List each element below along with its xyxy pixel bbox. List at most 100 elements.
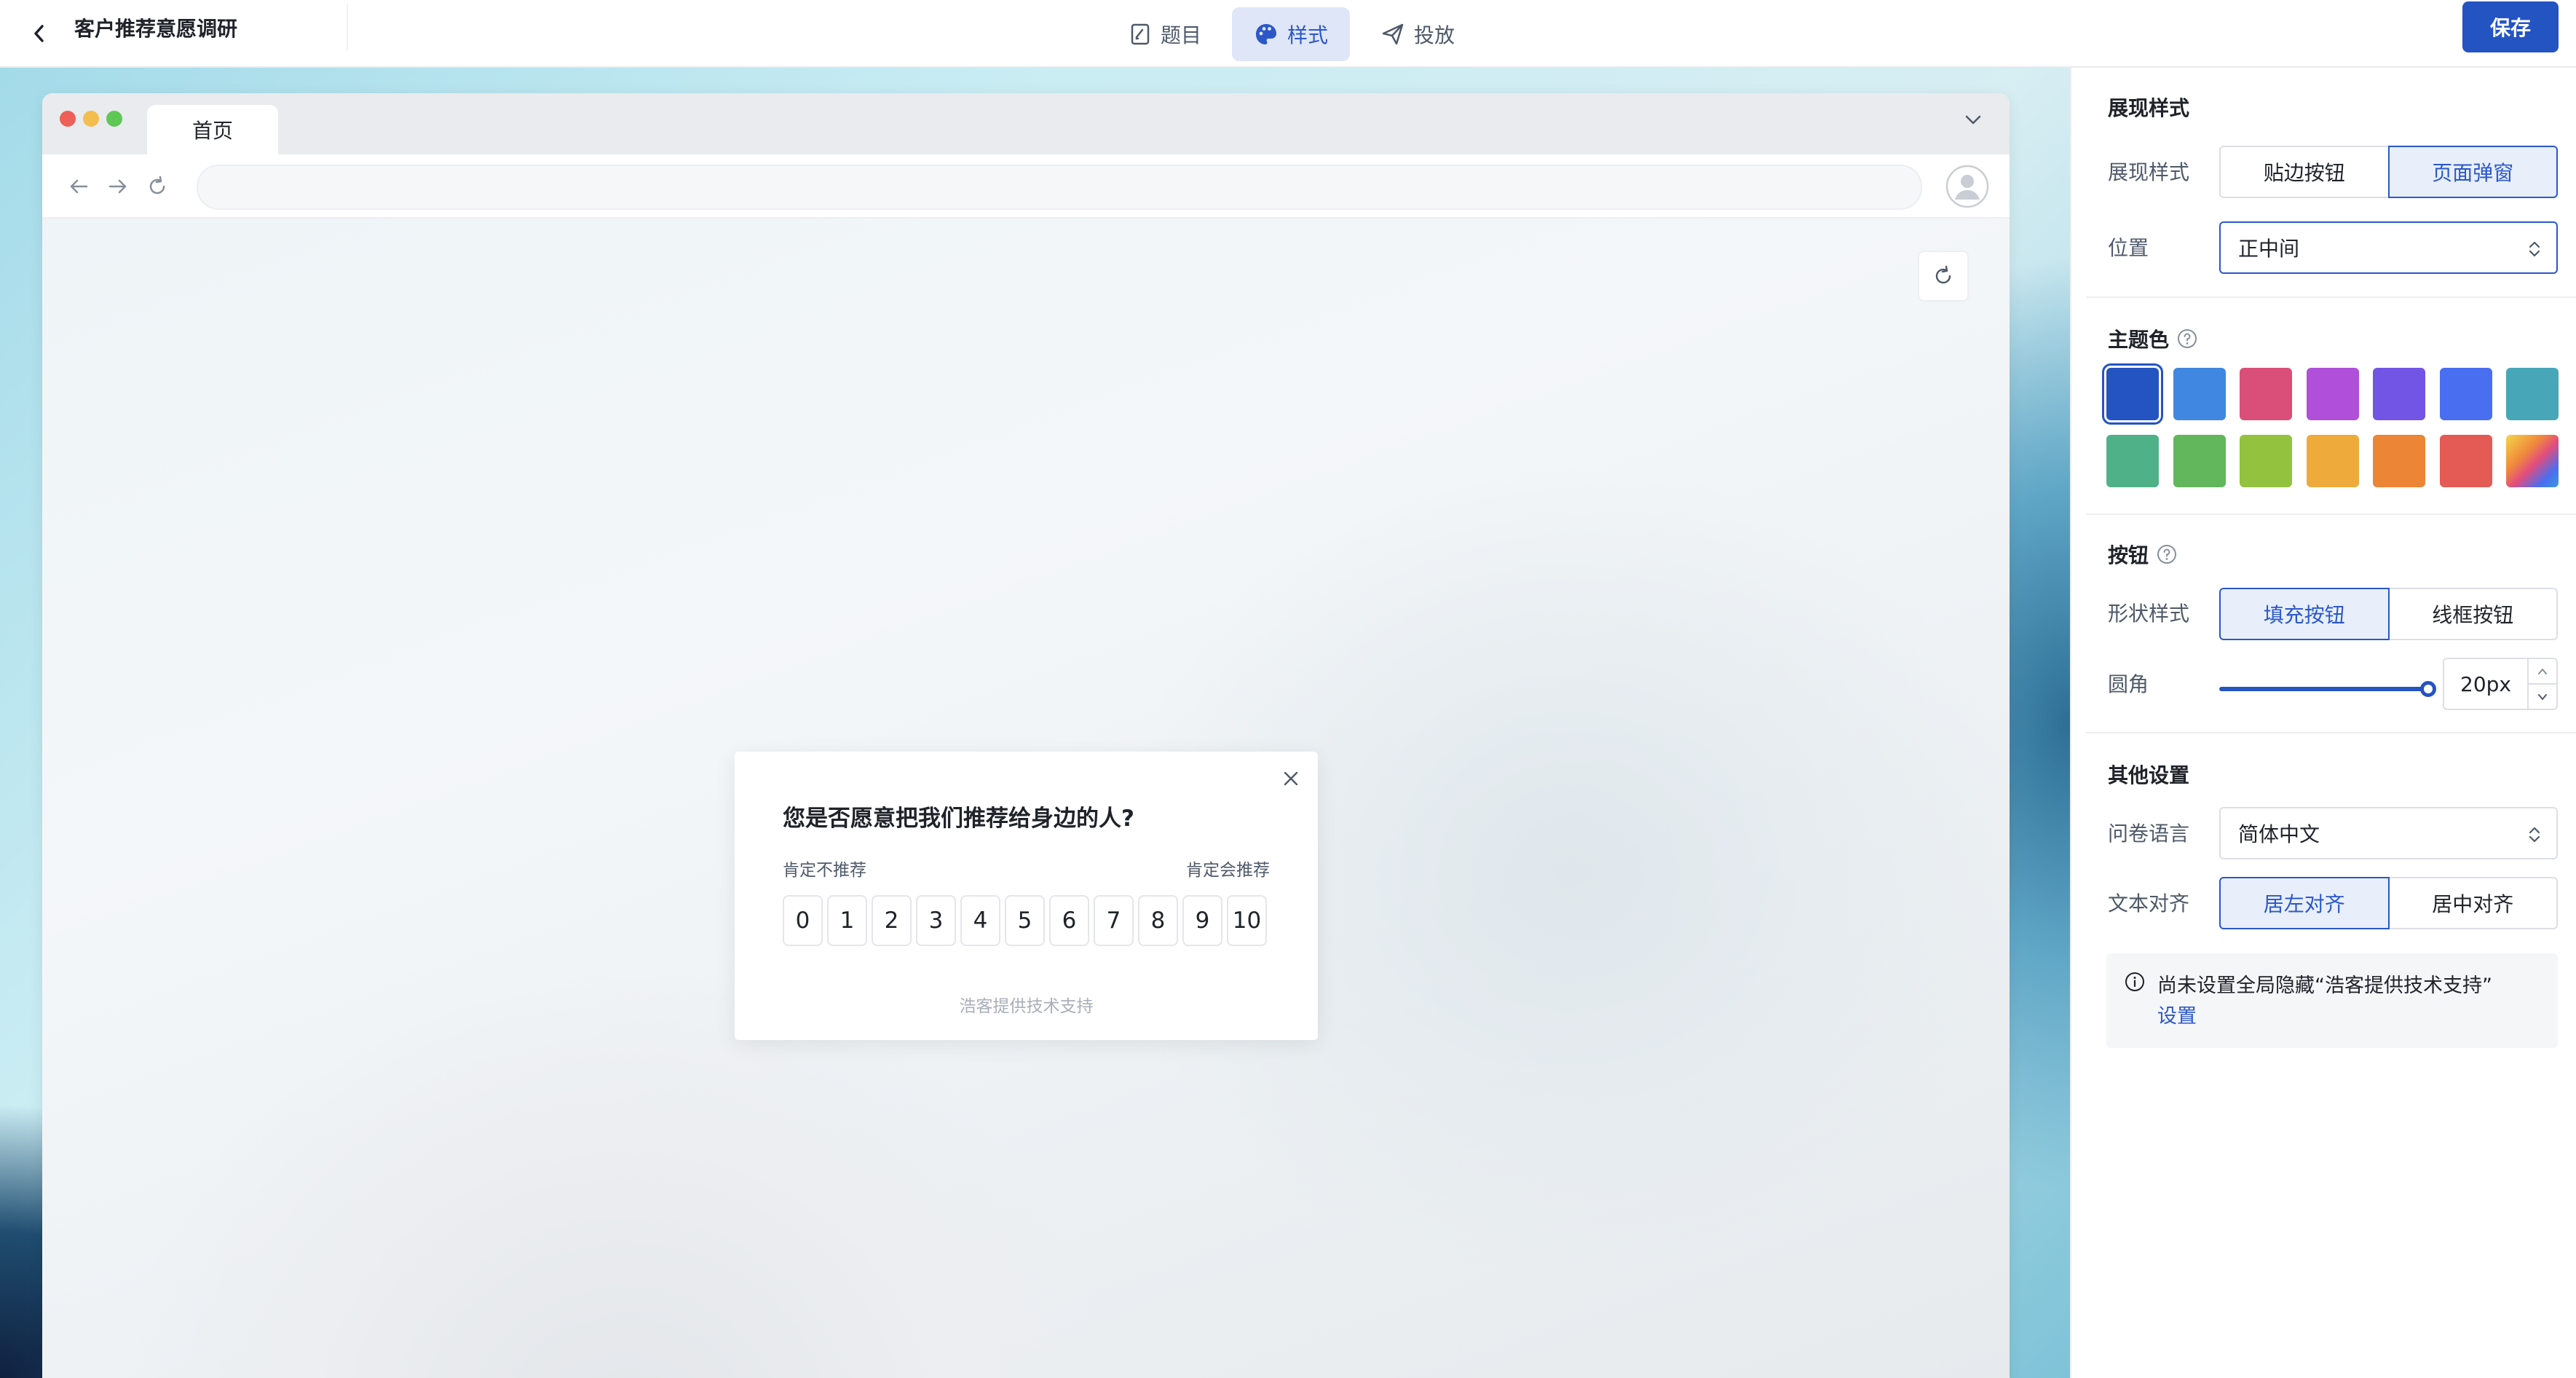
nps-option-2[interactable]: 2 bbox=[872, 895, 912, 946]
radius-slider-track bbox=[2219, 687, 2430, 691]
other-section-title: 其他设置 bbox=[2108, 760, 2189, 789]
theme-color-swatch[interactable] bbox=[2173, 435, 2226, 487]
refresh-icon bbox=[1935, 265, 1951, 284]
tab-questions-label: 题目 bbox=[1161, 23, 1202, 47]
chevron-down-icon bbox=[1965, 115, 1981, 125]
theme-section-title: 主题色 bbox=[2108, 324, 2198, 353]
button-section-title-text: 按钮 bbox=[2108, 543, 2149, 567]
nps-option-1[interactable]: 1 bbox=[827, 895, 867, 946]
browser-nav-bar bbox=[42, 154, 2010, 218]
notice-text: 尚未设置全局隐藏“浩客提供技术支持” bbox=[2157, 975, 2492, 997]
nps-option-0[interactable]: 0 bbox=[783, 895, 823, 946]
radius-slider[interactable] bbox=[2219, 678, 2436, 700]
browser-back-button bbox=[67, 175, 90, 198]
display-style-label: 展现样式 bbox=[2108, 160, 2190, 184]
theme-color-swatch[interactable] bbox=[2373, 368, 2425, 420]
theme-color-swatch[interactable] bbox=[2106, 435, 2159, 487]
align-center-button[interactable]: 居中对齐 bbox=[2387, 877, 2558, 929]
nps-option-10[interactable]: 10 bbox=[1227, 895, 1267, 946]
theme-color-swatch[interactable] bbox=[2506, 368, 2559, 420]
position-label: 位置 bbox=[2108, 236, 2149, 260]
tab-distribute[interactable]: 投放 bbox=[1359, 7, 1477, 61]
nps-option-9[interactable]: 9 bbox=[1182, 895, 1222, 946]
nps-scale: 0 1 2 3 4 5 6 7 8 9 10 bbox=[783, 895, 1267, 946]
theme-color-swatch[interactable] bbox=[2173, 368, 2226, 420]
align-left-button[interactable]: 居左对齐 bbox=[2219, 877, 2390, 929]
window-minimize-dot bbox=[83, 111, 99, 127]
theme-color-swatch[interactable] bbox=[2240, 368, 2292, 420]
powered-by-text: 浩客提供技术支持 bbox=[959, 997, 1094, 1016]
section-divider bbox=[2086, 513, 2576, 515]
scale-max-label: 肯定会推荐 bbox=[1186, 861, 1270, 880]
nps-option-3[interactable]: 3 bbox=[916, 895, 956, 946]
close-icon bbox=[1284, 771, 1298, 786]
language-select[interactable]: 简体中文 bbox=[2219, 807, 2558, 859]
top-bar: 客户推荐意愿调研 题目 样式 投放 保存 bbox=[0, 0, 2576, 68]
nps-option-6[interactable]: 6 bbox=[1049, 895, 1089, 946]
radius-value: 20px bbox=[2460, 672, 2511, 696]
radius-label: 圆角 bbox=[2108, 672, 2149, 696]
chevron-up-icon bbox=[2538, 668, 2547, 674]
arrow-right-icon bbox=[108, 179, 127, 194]
popup-close-button[interactable] bbox=[1281, 769, 1300, 788]
user-avatar-icon bbox=[1945, 165, 1989, 208]
back-button[interactable] bbox=[26, 15, 52, 52]
survey-question: 您是否愿意把我们推荐给身边的人? bbox=[783, 806, 1134, 832]
radius-number-input[interactable]: 20px bbox=[2443, 658, 2558, 710]
help-icon[interactable] bbox=[2156, 543, 2178, 565]
arrow-left-icon bbox=[70, 179, 88, 194]
radius-slider-thumb[interactable] bbox=[2420, 681, 2436, 697]
display-section-title: 展现样式 bbox=[2108, 92, 2189, 122]
radius-decrease-button[interactable] bbox=[2529, 685, 2556, 709]
chevron-left-icon bbox=[34, 25, 44, 42]
reload-icon bbox=[149, 176, 165, 194]
edit-doc-icon bbox=[1131, 23, 1150, 44]
save-button[interactable]: 保存 bbox=[2462, 1, 2559, 52]
theme-color-swatch[interactable] bbox=[2506, 435, 2559, 487]
radius-stepper bbox=[2527, 659, 2556, 709]
nps-option-8[interactable]: 8 bbox=[1138, 895, 1178, 946]
branding-notice: 尚未设置全局隐藏“浩客提供技术支持” 设置 bbox=[2106, 953, 2558, 1048]
avatar bbox=[1945, 165, 1989, 208]
theme-color-swatch[interactable] bbox=[2373, 435, 2425, 487]
theme-color-swatch[interactable] bbox=[2240, 435, 2292, 487]
notice-settings-link[interactable]: 设置 bbox=[2157, 1000, 2197, 1028]
display-style-side-button[interactable]: 贴边按钮 bbox=[2219, 146, 2390, 198]
display-section-title-text: 展现样式 bbox=[2108, 96, 2190, 120]
survey-title[interactable]: 客户推荐意愿调研 bbox=[64, 4, 348, 51]
nps-option-7[interactable]: 7 bbox=[1094, 895, 1134, 946]
section-divider bbox=[2086, 732, 2576, 733]
survey-popup: 您是否愿意把我们推荐给身边的人? 肯定不推荐 肯定会推荐 0 1 2 3 4 5… bbox=[735, 752, 1318, 1040]
language-select-value: 简体中文 bbox=[2238, 822, 2320, 846]
updown-chevron-icon bbox=[2529, 827, 2540, 843]
position-select[interactable]: 正中间 bbox=[2219, 221, 2558, 274]
radius-increase-button[interactable] bbox=[2529, 659, 2556, 685]
button-shape-toggle: 填充按钮 线框按钮 bbox=[2219, 588, 2558, 640]
help-icon[interactable] bbox=[2176, 328, 2198, 350]
button-shape-outline[interactable]: 线框按钮 bbox=[2387, 588, 2558, 640]
palette-icon bbox=[1256, 23, 1277, 44]
theme-color-swatches bbox=[2102, 363, 2565, 487]
button-shape-label: 形状样式 bbox=[2108, 602, 2190, 626]
display-style-toggle: 贴边按钮 页面弹窗 bbox=[2219, 146, 2558, 198]
display-style-popup-button[interactable]: 页面弹窗 bbox=[2387, 146, 2558, 198]
nps-option-5[interactable]: 5 bbox=[1005, 895, 1045, 946]
tab-style[interactable]: 样式 bbox=[1232, 7, 1351, 61]
theme-color-swatch[interactable] bbox=[2306, 435, 2359, 487]
theme-section-title-text: 主题色 bbox=[2108, 328, 2170, 352]
tab-questions[interactable]: 题目 bbox=[1107, 7, 1223, 61]
theme-color-swatch[interactable] bbox=[2439, 435, 2492, 487]
button-shape-filled[interactable]: 填充按钮 bbox=[2219, 588, 2390, 640]
browser-tab-bar: 首页 bbox=[42, 93, 2010, 154]
preview-refresh-button[interactable] bbox=[1918, 251, 1969, 302]
theme-color-swatch[interactable] bbox=[2306, 368, 2359, 420]
info-icon bbox=[2125, 972, 2144, 991]
window-maximize-dot bbox=[106, 111, 122, 127]
nps-option-4[interactable]: 4 bbox=[960, 895, 1000, 946]
browser-tab-home: 首页 bbox=[147, 105, 278, 154]
address-bar bbox=[197, 165, 1922, 210]
theme-color-swatch[interactable] bbox=[2439, 368, 2492, 420]
position-select-value: 正中间 bbox=[2238, 237, 2300, 261]
browser-forward-button bbox=[106, 175, 130, 198]
theme-color-swatch[interactable] bbox=[2102, 363, 2163, 425]
